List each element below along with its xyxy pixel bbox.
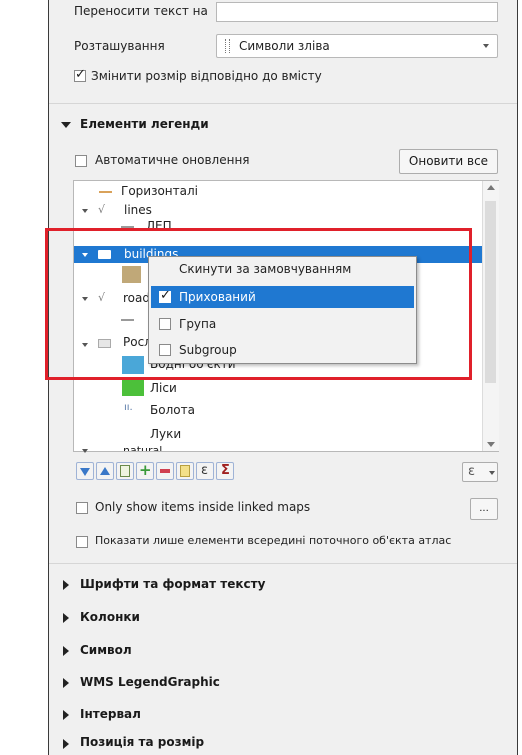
scroll-up-icon[interactable] <box>487 185 495 190</box>
tree-item-horizontals[interactable]: Горизонталі <box>121 184 198 198</box>
auto-update-label: Автоматичне оновлення <box>95 153 250 167</box>
chevron-right-icon <box>63 678 69 688</box>
chevron-right-icon <box>63 613 69 623</box>
section-divider <box>49 563 517 564</box>
linked-maps-more-button[interactable]: ... <box>470 498 498 520</box>
resize-to-contents-label: Змінити розмір відповідно до вмісту <box>91 69 322 83</box>
section-fonts[interactable]: Шрифти та формат тексту <box>80 577 265 591</box>
dropdown-arrow-icon <box>489 471 495 475</box>
chevron-right-icon <box>63 646 69 656</box>
section-columns[interactable]: Колонки <box>80 610 140 624</box>
tree-item-swamps[interactable]: Болота <box>150 403 195 417</box>
chevron-down-icon <box>61 122 71 128</box>
marsh-symbol-icon: ıı. <box>124 402 133 413</box>
count-features-button[interactable]: Σ <box>216 462 234 480</box>
move-up-button[interactable] <box>96 462 114 480</box>
atlas-feature-label: Показати лише елементи всередині поточно… <box>95 534 452 547</box>
position-size-expand-arrow[interactable] <box>63 739 69 749</box>
panel-right-border <box>517 0 518 755</box>
resize-to-contents-checkbox[interactable] <box>74 67 86 82</box>
sigma-icon: Σ <box>221 463 230 478</box>
chevron-right-icon <box>63 580 69 590</box>
symbol-expand-arrow[interactable] <box>63 646 69 656</box>
auto-update-checkbox[interactable] <box>75 155 87 167</box>
expression-icon: ε <box>201 463 209 478</box>
position-value: Символи зліва <box>239 39 330 53</box>
section-spacing[interactable]: Інтервал <box>80 707 141 721</box>
minus-icon <box>160 469 170 473</box>
forest-symbol-icon <box>122 379 144 396</box>
atlas-feature-checkbox[interactable] <box>76 536 88 548</box>
wrap-text-input[interactable] <box>216 2 498 22</box>
scroll-down-icon[interactable] <box>487 442 495 447</box>
symbols-left-icon <box>225 39 230 53</box>
arrow-down-icon <box>80 468 90 476</box>
expression-filter-dropdown[interactable]: ε <box>462 462 498 482</box>
position-combobox[interactable]: Символи зліва <box>216 34 498 58</box>
arrow-up-icon <box>100 467 110 475</box>
tree-item-natural-clip: natural <box>96 444 196 451</box>
legend-items-section-title[interactable]: Елементи легенди <box>80 117 209 131</box>
chevron-right-icon <box>63 739 69 749</box>
filter-expression-button[interactable]: ε <box>196 462 214 480</box>
expand-icon[interactable] <box>82 209 88 213</box>
wrap-text-label: Переносити текст на <box>74 4 208 18</box>
fonts-expand-arrow[interactable] <box>63 580 69 590</box>
move-down-button[interactable] <box>76 462 94 480</box>
legend-items-collapse-arrow[interactable] <box>61 122 71 128</box>
expression-icon: ε <box>468 464 476 479</box>
tree-item-lines[interactable]: lines <box>124 203 152 217</box>
only-linked-maps-checkbox[interactable] <box>76 502 88 514</box>
dropdown-arrow-icon <box>483 44 489 48</box>
expand-icon[interactable] <box>82 449 88 453</box>
tree-item-natural[interactable]: natural <box>123 444 162 451</box>
plus-icon: + <box>139 461 152 479</box>
tree-item-meadows[interactable]: Луки <box>150 427 181 441</box>
section-position-size[interactable]: Позиція та розмір <box>80 735 204 749</box>
section-divider <box>49 103 517 104</box>
scrollbar-thumb[interactable] <box>485 201 496 383</box>
tree-item-forests[interactable]: Ліси <box>150 381 177 395</box>
chevron-right-icon <box>63 710 69 720</box>
add-item-button[interactable]: + <box>136 461 154 480</box>
update-all-button[interactable]: Оновити все <box>399 149 498 174</box>
group-icon <box>120 465 130 477</box>
wms-expand-arrow[interactable] <box>63 678 69 688</box>
tree-vertical-scrollbar[interactable] <box>482 181 499 451</box>
edit-icon <box>180 465 190 477</box>
section-wms-legendgraphic[interactable]: WMS LegendGraphic <box>80 675 220 689</box>
edit-item-button[interactable] <box>176 462 194 480</box>
position-label: Розташування <box>74 39 165 53</box>
line-layer-icon: √ <box>98 203 106 216</box>
spacing-expand-arrow[interactable] <box>63 710 69 720</box>
add-group-button[interactable] <box>116 462 134 480</box>
remove-item-button[interactable] <box>156 462 174 480</box>
columns-expand-arrow[interactable] <box>63 613 69 623</box>
annotation-highlight-box <box>45 228 472 380</box>
section-symbol[interactable]: Символ <box>80 643 132 657</box>
only-linked-maps-label: Only show items inside linked maps <box>95 500 311 514</box>
line-symbol-icon <box>99 191 112 193</box>
